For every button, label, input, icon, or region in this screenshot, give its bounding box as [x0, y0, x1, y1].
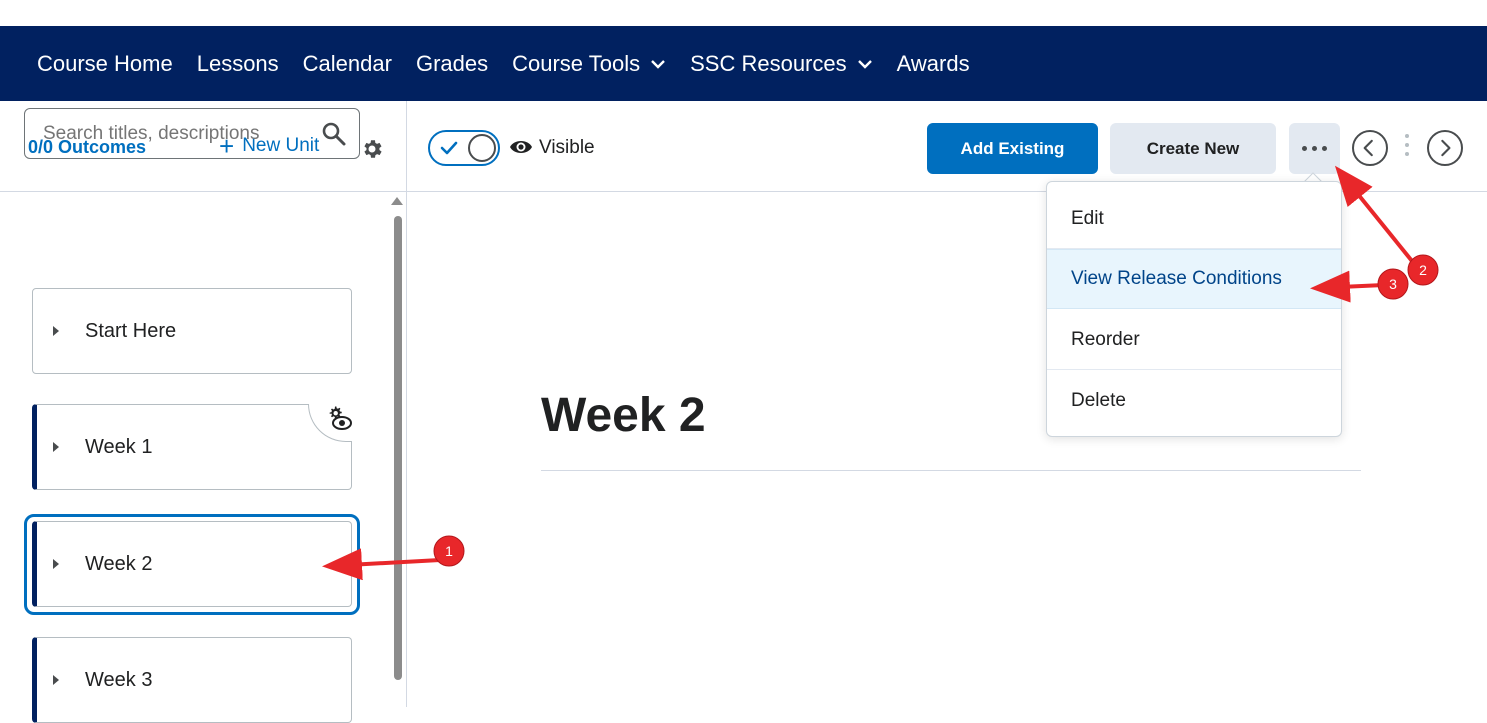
- page-title: Week 2: [541, 389, 706, 442]
- scroll-up-arrow[interactable]: [391, 197, 403, 205]
- menu-item-delete[interactable]: Delete: [1047, 371, 1341, 431]
- release-conditions-visibility-icon: [329, 406, 352, 430]
- toggle-knob: [468, 134, 496, 162]
- annotation-badge-1-text: 1: [445, 543, 453, 559]
- annotation-badge-2: 2: [1407, 254, 1439, 286]
- nav-calendar-label: Calendar: [302, 50, 392, 76]
- nav-course-home[interactable]: Course Home: [37, 51, 173, 77]
- next-unit-button[interactable]: [1427, 130, 1463, 166]
- create-new-button[interactable]: Create New: [1110, 123, 1276, 174]
- course-navbar: Course Home Lessons Calendar Grades Cour…: [0, 26, 1487, 101]
- nav-separator: [1404, 134, 1410, 164]
- expand-caret-icon[interactable]: [53, 326, 59, 336]
- annotation-badge-1: 1: [433, 535, 465, 567]
- menu-item-edit[interactable]: Edit: [1047, 189, 1341, 249]
- more-dot: [1322, 146, 1327, 151]
- nav-awards[interactable]: Awards: [897, 51, 970, 77]
- search-box: [24, 108, 360, 159]
- annotation-badge-3: 3: [1377, 268, 1409, 300]
- more-dot: [1302, 146, 1307, 151]
- nav-lessons[interactable]: Lessons: [197, 51, 279, 77]
- previous-unit-button[interactable]: [1352, 130, 1388, 166]
- visibility-toggle[interactable]: [428, 130, 500, 166]
- expand-caret-icon[interactable]: [53, 442, 59, 452]
- nav-course-tools[interactable]: Course Tools: [512, 51, 666, 77]
- menu-item-view-release-conditions[interactable]: View Release Conditions: [1047, 249, 1341, 309]
- unit-label: Week 2: [85, 552, 153, 575]
- expand-caret-icon[interactable]: [53, 559, 59, 569]
- nav-course-home-label: Course Home: [37, 50, 173, 76]
- unit-label: Week 1: [85, 435, 153, 458]
- unit-label: Start Here: [85, 319, 177, 342]
- eye-icon: [510, 141, 532, 153]
- nav-calendar[interactable]: Calendar: [303, 51, 392, 77]
- annotation-badge-2-text: 2: [1419, 262, 1427, 278]
- check-icon: [440, 141, 458, 155]
- more-actions-button[interactable]: [1289, 123, 1340, 174]
- chevron-down-icon: [857, 59, 872, 69]
- unit-start-here[interactable]: Start Here: [32, 288, 352, 374]
- more-dot: [1312, 146, 1317, 151]
- unit-week-1[interactable]: Week 1: [32, 404, 352, 490]
- search-input[interactable]: [43, 122, 313, 145]
- unit-week-2[interactable]: Week 2: [32, 521, 352, 607]
- menu-item-reorder[interactable]: Reorder: [1047, 310, 1341, 370]
- sidebar-scrollbar[interactable]: [394, 216, 402, 680]
- chevron-down-icon: [651, 59, 665, 69]
- search-icon[interactable]: [321, 121, 347, 147]
- annotation-badge-3-text: 3: [1389, 276, 1397, 292]
- nav-grades[interactable]: Grades: [416, 51, 488, 77]
- top-strip: [0, 0, 1487, 26]
- nav-course-tools-label: Course Tools: [512, 50, 641, 76]
- visibility-label: Visible: [539, 137, 595, 158]
- title-divider: [541, 470, 1361, 471]
- nav-ssc-resources-label: SSC Resources: [690, 50, 847, 76]
- more-actions-menu: Edit View Release Conditions Reorder Del…: [1046, 181, 1342, 437]
- unit-week-3[interactable]: Week 3: [32, 637, 352, 723]
- nav-lessons-label: Lessons: [196, 50, 279, 76]
- expand-caret-icon[interactable]: [53, 675, 59, 685]
- nav-ssc-resources[interactable]: SSC Resources: [690, 51, 873, 77]
- nav-grades-label: Grades: [415, 50, 489, 76]
- gear-icon[interactable]: [360, 137, 384, 161]
- add-existing-button[interactable]: Add Existing: [927, 123, 1098, 174]
- unit-label: Week 3: [85, 668, 153, 691]
- nav-awards-label: Awards: [896, 50, 970, 76]
